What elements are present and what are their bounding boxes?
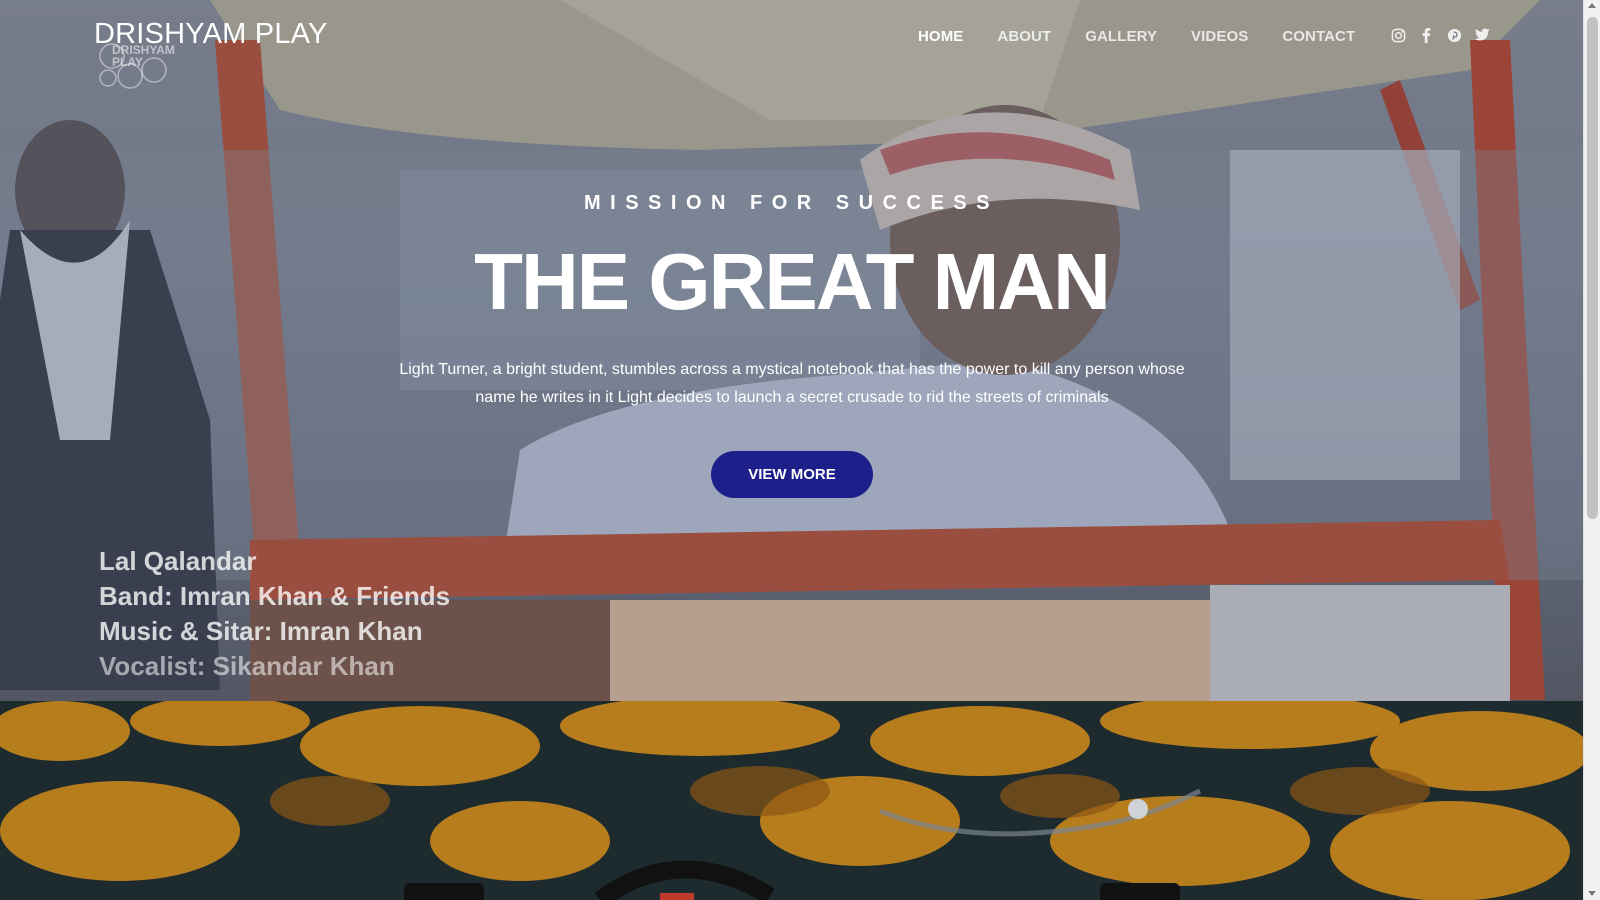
pinterest-icon[interactable] — [1445, 26, 1463, 44]
scrollbar-thumb[interactable] — [1587, 17, 1598, 519]
credit-line: Lal Qalandar — [99, 546, 257, 576]
credit-line: Vocalist: Sikandar Khan — [99, 651, 395, 681]
hero-section: DRISHYAM PLAY DRISHYAM PLAY HOME ABOUT G… — [0, 0, 1583, 701]
instagram-icon[interactable] — [1389, 26, 1407, 44]
nav-about[interactable]: ABOUT — [997, 28, 1051, 45]
facebook-icon[interactable] — [1417, 26, 1435, 44]
nav-home[interactable]: HOME — [918, 28, 963, 45]
nav-gallery[interactable]: GALLERY — [1085, 28, 1157, 45]
hero-description: Light Turner, a bright student, stumbles… — [399, 361, 1185, 406]
page-viewport: DRISHYAM PLAY DRISHYAM PLAY HOME ABOUT G… — [0, 0, 1583, 900]
credit-line: Music & Sitar: Imran Khan — [99, 616, 423, 646]
video-credits: Lal Qalandar Band: Imran Khan & Friends … — [99, 544, 450, 684]
forest-background-image — [0, 701, 1583, 900]
view-more-button[interactable]: VIEW MORE — [711, 451, 873, 498]
twitter-icon[interactable] — [1473, 26, 1491, 44]
credit-line: Band: Imran Khan & Friends — [99, 581, 451, 611]
main-nav: HOME ABOUT GALLERY VIDEOS CONTACT — [918, 28, 1389, 45]
aerial-forest-section — [0, 701, 1583, 900]
hero-tagline: MISSION FOR SUCCESS — [584, 192, 999, 214]
scroll-up-icon[interactable] — [1588, 3, 1596, 8]
page-scrollbar[interactable] — [1583, 0, 1600, 900]
social-links — [1389, 26, 1491, 44]
brand-name[interactable]: DRISHYAM PLAY — [94, 18, 328, 51]
nav-contact[interactable]: CONTACT — [1282, 28, 1355, 45]
hero-title: THE GREAT MAN — [474, 237, 1111, 326]
scroll-down-icon[interactable] — [1588, 891, 1596, 896]
nav-videos[interactable]: VIDEOS — [1191, 28, 1248, 45]
